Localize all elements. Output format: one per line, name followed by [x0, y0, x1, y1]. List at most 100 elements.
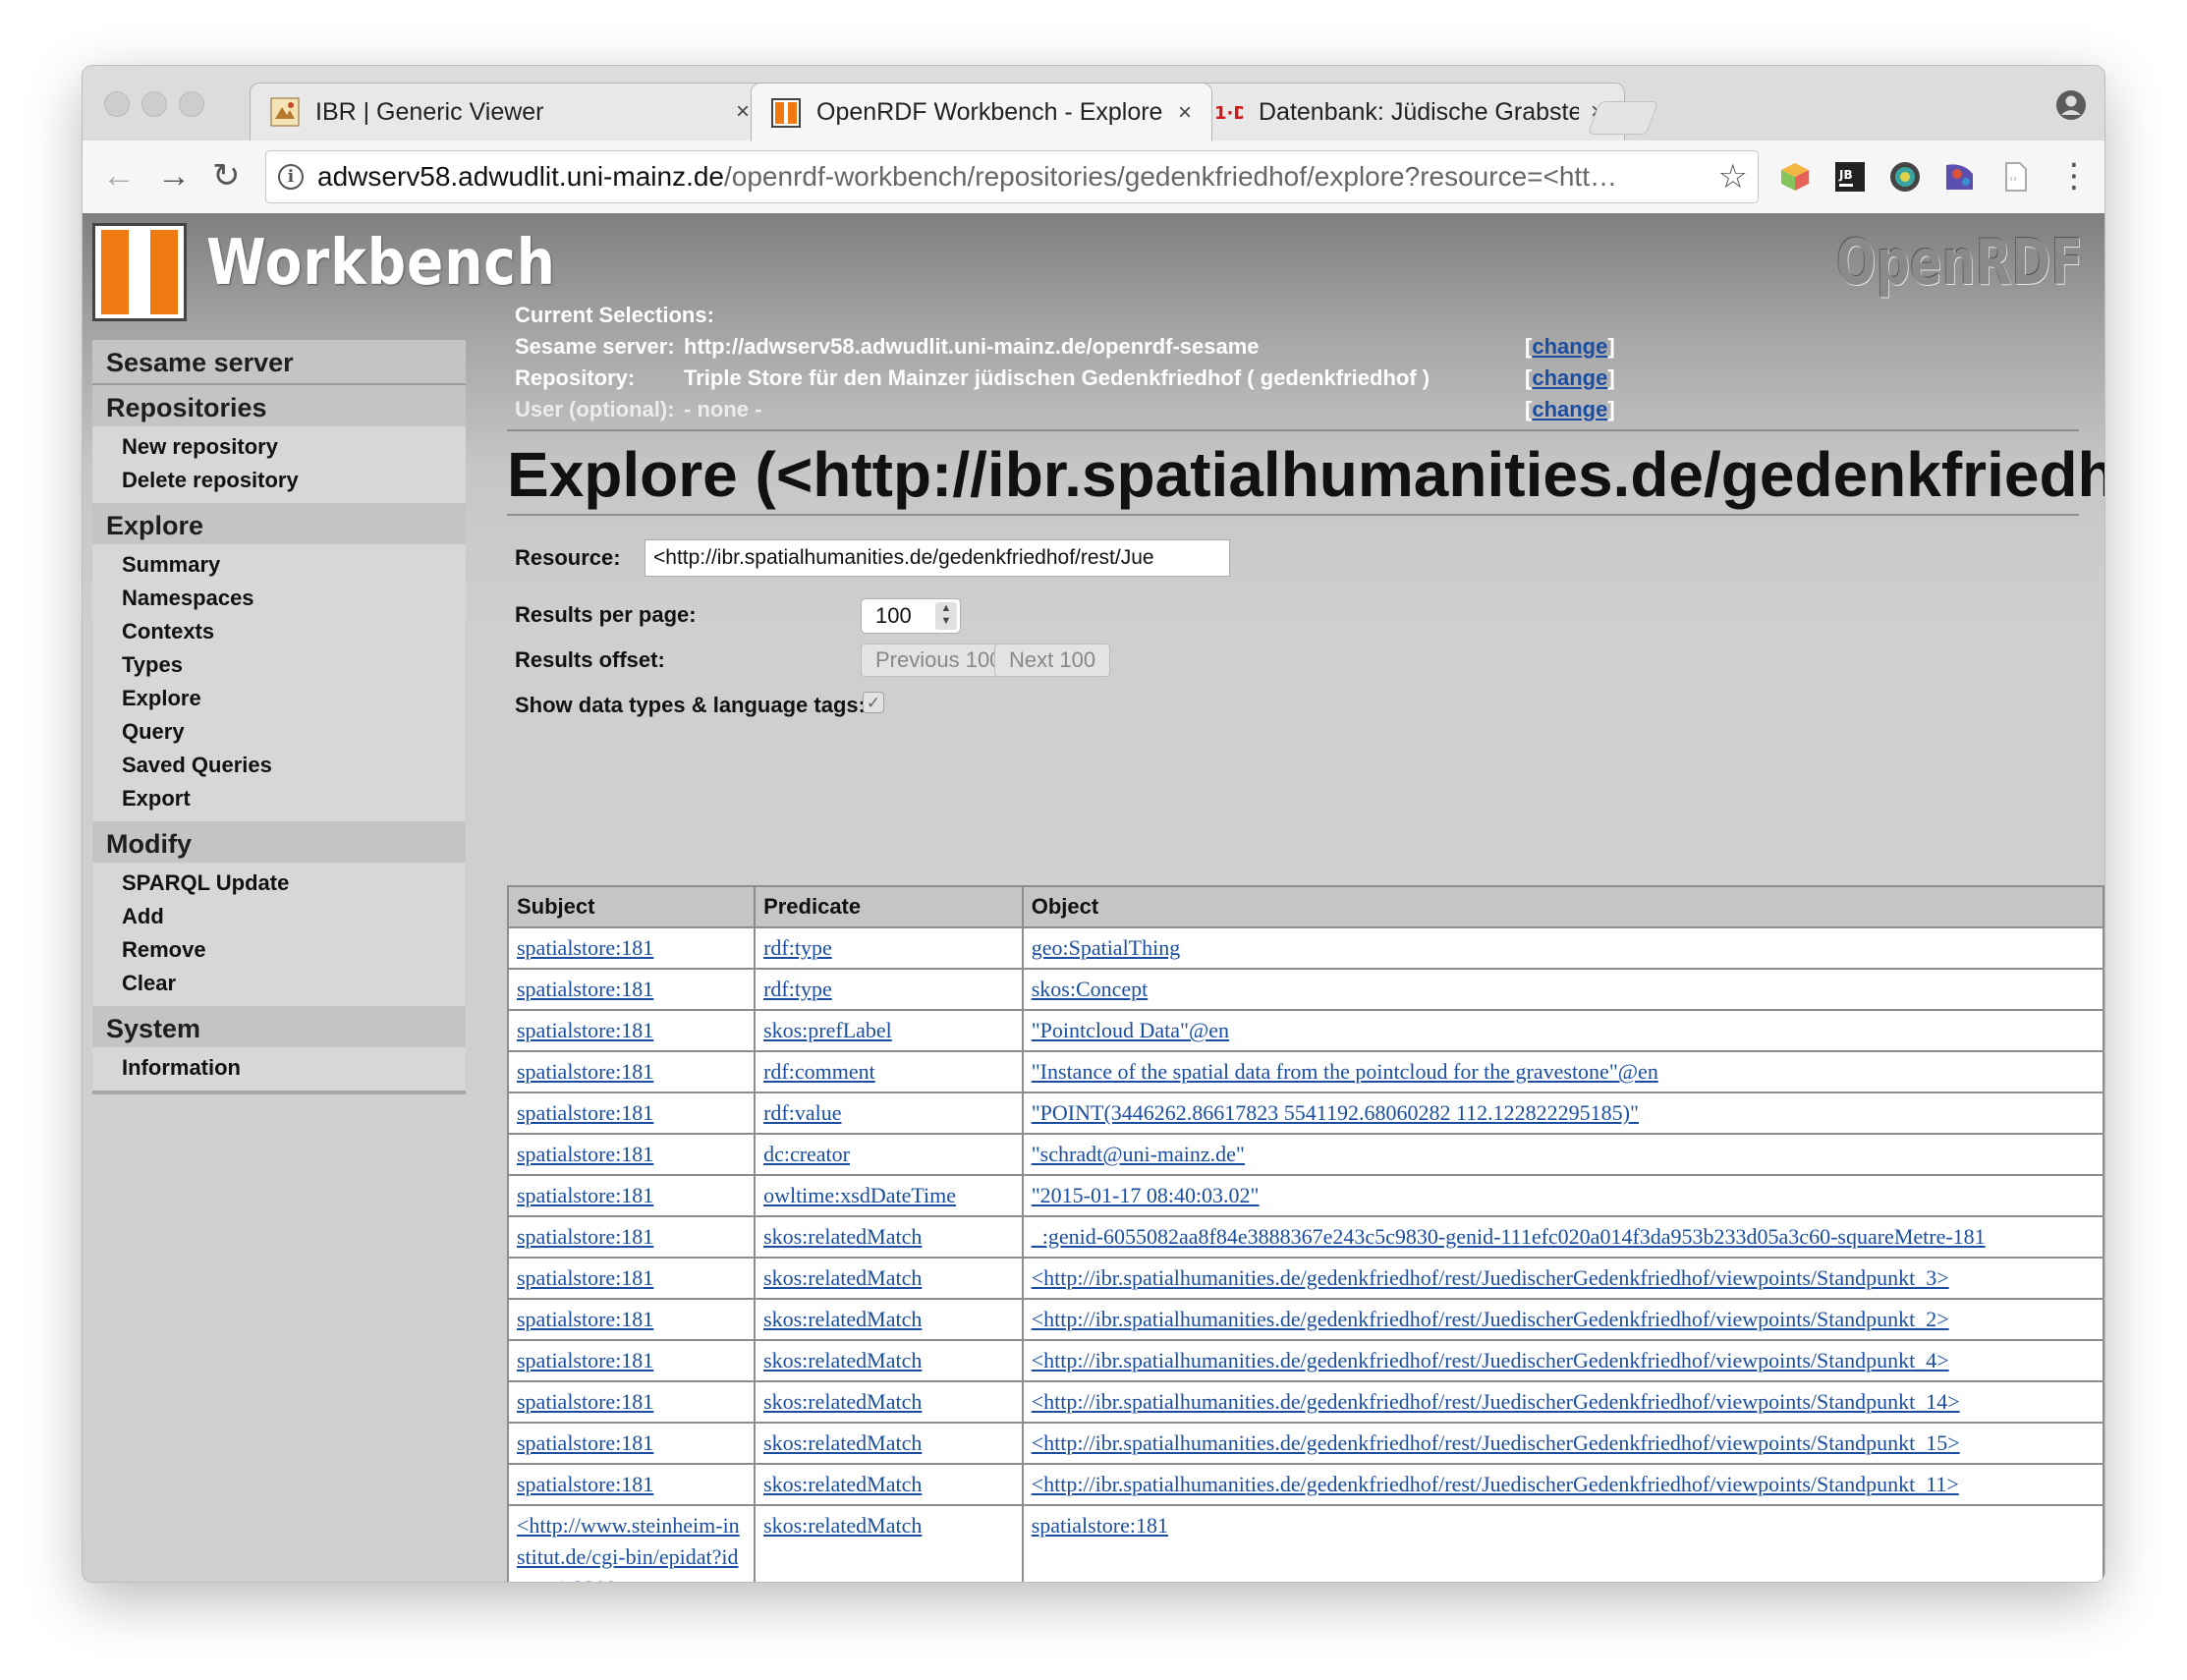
subject-link[interactable]: spatialstore:181 [517, 1224, 653, 1249]
object-link[interactable]: _:genid-6055082aa8f84e3888367e243c5c9830… [1032, 1224, 1986, 1249]
close-tab-icon[interactable]: × [736, 98, 750, 126]
forward-icon[interactable]: → [157, 154, 191, 197]
object-link[interactable]: "2015-01-17 08:40:03.02" [1032, 1183, 1260, 1207]
results-per-page-select[interactable]: 100 ▲ ▼ [861, 598, 961, 634]
change-link[interactable]: change [1532, 397, 1607, 421]
object-link[interactable]: skos:Concept [1032, 977, 1149, 1001]
change-repository-link[interactable]: [change] [1525, 363, 1615, 394]
object-link[interactable]: <http://ibr.spatialhumanities.de/gedenkf… [1032, 1307, 1949, 1331]
subject-link[interactable]: spatialstore:181 [517, 1472, 653, 1496]
subject-link[interactable]: spatialstore:181 [517, 1183, 653, 1207]
predicate-link[interactable]: dc:creator [763, 1142, 850, 1166]
sidebar-item-saved-queries[interactable]: Saved Queries [92, 749, 466, 782]
palette-extension-icon[interactable] [1943, 160, 1977, 194]
sidebar-item-namespaces[interactable]: Namespaces [92, 582, 466, 615]
close-window-button[interactable] [104, 91, 130, 117]
object-link[interactable]: <http://ibr.spatialhumanities.de/gedenkf… [1032, 1472, 1959, 1496]
sidebar-item-add[interactable]: Add [92, 900, 466, 933]
subject-link[interactable]: spatialstore:181 [517, 1265, 653, 1290]
subject-link[interactable]: <http://www.steinheim-institut.de/cgi-bi… [517, 1513, 740, 1582]
jetbrains-extension-icon[interactable]: JB [1833, 160, 1867, 194]
object-link[interactable]: <http://ibr.spatialhumanities.de/gedenkf… [1032, 1389, 1960, 1414]
back-icon[interactable]: ← [102, 154, 136, 197]
sidebar-heading[interactable]: Sesame server [92, 340, 466, 381]
predicate-link[interactable]: skos:relatedMatch [763, 1348, 922, 1372]
bookmark-star-icon[interactable]: ☆ [1718, 157, 1748, 196]
change-user-link[interactable]: [change] [1525, 394, 1615, 425]
page-extension-icon[interactable]: ‹› [1998, 160, 2032, 194]
object-link[interactable]: "Instance of the spatial data from the p… [1032, 1059, 1658, 1084]
subject-link[interactable]: spatialstore:181 [517, 1018, 653, 1042]
sidebar-item-clear[interactable]: Clear [92, 967, 466, 1000]
tab-datenbank[interactable]: 1·D Datenbank: Jüdische Grabsteine × [1193, 83, 1625, 140]
object-link[interactable]: spatialstore:181 [1032, 1513, 1168, 1538]
predicate-link[interactable]: skos:relatedMatch [763, 1265, 922, 1290]
browser-menu-icon[interactable]: ⋮ [2057, 154, 2091, 197]
subject-link[interactable]: spatialstore:181 [517, 1348, 653, 1372]
reload-icon[interactable]: ↻ [212, 154, 241, 197]
profile-icon[interactable] [2055, 89, 2087, 126]
subject-link[interactable]: spatialstore:181 [517, 1430, 653, 1455]
object-link[interactable]: "POINT(3446262.86617823 5541192.68060282… [1032, 1100, 1639, 1125]
object-link[interactable]: "Pointcloud Data"@en [1032, 1018, 1229, 1042]
change-link[interactable]: change [1532, 334, 1607, 359]
change-link[interactable]: change [1532, 365, 1607, 390]
object-link[interactable]: <http://ibr.spatialhumanities.de/gedenkf… [1032, 1430, 1960, 1455]
predicate-link[interactable]: rdf:value [763, 1100, 841, 1125]
site-info-icon[interactable]: i [278, 164, 304, 190]
extension-cube-icon[interactable] [1778, 160, 1812, 194]
predicate-link[interactable]: skos:relatedMatch [763, 1513, 922, 1538]
subject-link[interactable]: spatialstore:181 [517, 935, 653, 960]
tab-ibr-generic-viewer[interactable]: IBR | Generic Viewer × [250, 83, 770, 140]
sidebar-item-information[interactable]: Information [92, 1051, 466, 1085]
sidebar-item-types[interactable]: Types [92, 648, 466, 682]
predicate-link[interactable]: skos:relatedMatch [763, 1472, 922, 1496]
sidebar-item-summary[interactable]: Summary [92, 548, 466, 582]
previous-button[interactable]: Previous 100 [861, 644, 1017, 677]
sidebar-item-new-repository[interactable]: New repository [92, 430, 466, 464]
predicate-link[interactable]: rdf:type [763, 977, 832, 1001]
sidebar-item-contexts[interactable]: Contexts [92, 615, 466, 648]
subject-link[interactable]: spatialstore:181 [517, 977, 653, 1001]
predicate-link[interactable]: rdf:type [763, 935, 832, 960]
sidebar-item-sparql-update[interactable]: SPARQL Update [92, 867, 466, 900]
predicate-cell: dc:creator [754, 1133, 1024, 1176]
predicate-cell: skos:relatedMatch [754, 1463, 1024, 1506]
subject-link[interactable]: spatialstore:181 [517, 1307, 653, 1331]
predicate-link[interactable]: skos:relatedMatch [763, 1430, 922, 1455]
object-link[interactable]: <http://ibr.spatialhumanities.de/gedenkf… [1032, 1348, 1949, 1372]
predicate-link[interactable]: skos:prefLabel [763, 1018, 892, 1042]
object-link[interactable]: "schradt@uni-mainz.de" [1032, 1142, 1245, 1166]
sidebar-item-delete-repository[interactable]: Delete repository [92, 464, 466, 497]
resource-input[interactable]: <http://ibr.spatialhumanities.de/gedenkf… [645, 539, 1230, 577]
zoom-window-button[interactable] [179, 91, 204, 117]
object-cell: "schradt@uni-mainz.de" [1021, 1133, 2104, 1176]
sidebar-item-remove[interactable]: Remove [92, 933, 466, 967]
object-link[interactable]: geo:SpatialThing [1032, 935, 1181, 960]
sidebar-item-query[interactable]: Query [92, 715, 466, 749]
results-table: Subject Predicate Object spatialstore:18… [506, 885, 2104, 1582]
predicate-link[interactable]: skos:relatedMatch [763, 1389, 922, 1414]
sidebar-item-export[interactable]: Export [92, 782, 466, 815]
next-button[interactable]: Next 100 [994, 644, 1111, 677]
subject-link[interactable]: spatialstore:181 [517, 1059, 653, 1084]
address-bar[interactable]: i adwserv58.adwudlit.uni-mainz.de/openrd… [265, 150, 1759, 203]
subject-link[interactable]: spatialstore:181 [517, 1100, 653, 1125]
sidebar-heading: Repositories [106, 393, 267, 422]
sidebar-item-explore[interactable]: Explore [92, 682, 466, 715]
change-server-link[interactable]: [change] [1525, 331, 1615, 363]
color-extension-icon[interactable] [1888, 160, 1922, 194]
predicate-link[interactable]: rdf:comment [763, 1059, 875, 1084]
subject-link[interactable]: spatialstore:181 [517, 1142, 653, 1166]
tab-openrdf-workbench[interactable]: OpenRDF Workbench - Explore × [751, 83, 1212, 141]
table-row: spatialstore:181 skos:relatedMatch <http:/… [506, 1298, 2104, 1341]
close-tab-icon[interactable]: × [1178, 99, 1192, 127]
predicate-link[interactable]: skos:relatedMatch [763, 1224, 922, 1249]
predicate-link[interactable]: skos:relatedMatch [763, 1307, 922, 1331]
object-link[interactable]: <http://ibr.spatialhumanities.de/gedenkf… [1032, 1265, 1949, 1290]
subject-link[interactable]: spatialstore:181 [517, 1389, 653, 1414]
show-types-checkbox[interactable]: ✓ [863, 692, 884, 713]
minimize-window-button[interactable] [141, 91, 167, 117]
predicate-link[interactable]: owltime:xsdDateTime [763, 1183, 956, 1207]
new-tab-button[interactable] [1587, 101, 1659, 135]
